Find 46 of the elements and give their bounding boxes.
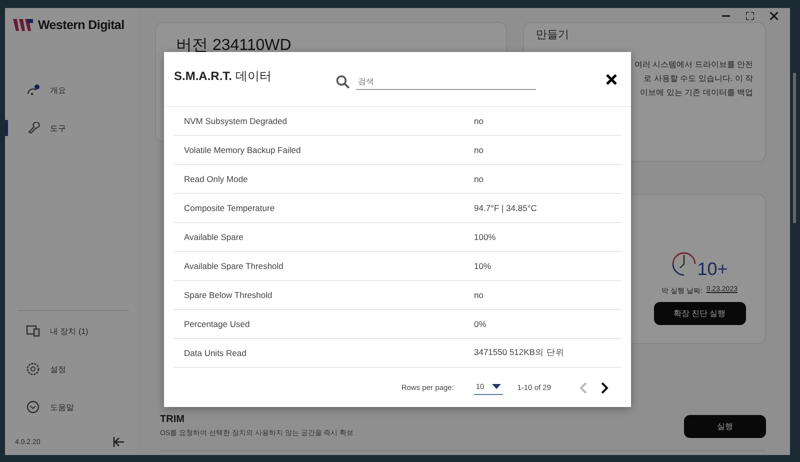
count-label: 10+	[697, 259, 728, 280]
logo-icon	[13, 19, 33, 31]
version-title: 버전 234110WD	[176, 37, 292, 54]
table-cell-text: Volatile Memory Backup Failed	[183, 145, 302, 155]
dialog-title: S.M.A.R.T. 데이터	[174, 68, 272, 85]
table-cell-text: Read Only Mode	[183, 174, 249, 184]
table-cell-text: 10%	[473, 261, 492, 271]
sidebar-item[interactable]: 내 장치 (1)	[18, 323, 129, 339]
table-cell-text: 3471550 512KB의 단위	[473, 347, 564, 359]
trim-title: TRIM	[160, 414, 186, 425]
scrollbar[interactable]	[793, 73, 796, 223]
next-page-icon[interactable]	[601, 382, 609, 394]
caret-icon	[492, 384, 502, 389]
table-cell-text: 94.7°F | 34.85°C	[473, 203, 537, 213]
table-cell-text: Data Units Read	[183, 348, 248, 358]
close-icon[interactable]	[770, 12, 778, 20]
collapse-icon[interactable]	[113, 437, 125, 447]
logo-text: Western Digital	[38, 18, 124, 32]
extended-diagnostic-button[interactable]: 확장 진단 실행	[654, 302, 746, 325]
card-title: 만들기	[536, 28, 570, 42]
table-cell-text: no	[473, 174, 484, 184]
table-cell-text: no	[473, 145, 484, 155]
table-cell-text: NVM Subsystem Degraded	[183, 116, 288, 126]
table-cell-text: no	[473, 290, 484, 300]
sidebar-icon	[26, 324, 40, 338]
sidebar-item[interactable]: 설정	[18, 361, 129, 377]
close-icon[interactable]	[606, 74, 617, 85]
table-cell-text: Composite Temperature	[183, 203, 276, 213]
sidebar-item[interactable]: 도움말	[18, 399, 129, 415]
sidebar-icon	[26, 362, 40, 376]
search-icon	[336, 75, 350, 89]
card-text: 이브에 있는 기존 데이터를 백업	[640, 87, 753, 98]
table-cell-text: 100%	[473, 232, 496, 242]
sidebar-item[interactable]: 도구	[5, 120, 137, 136]
maximize-icon[interactable]	[746, 12, 754, 20]
table-cell-text: no	[473, 116, 484, 126]
table-cell-text: Spare Below Threshold	[183, 290, 274, 300]
table-cell-text: Percentage Used	[183, 319, 251, 329]
sidebar-item[interactable]: 개요	[5, 82, 137, 98]
sidebar-icon	[26, 400, 40, 414]
table-cell-text: Available Spare Threshold	[183, 261, 284, 271]
card-text: 여러 시스템에서 드라이브를 안전	[634, 59, 753, 70]
run-button[interactable]: 실행	[684, 414, 766, 438]
table-cell-text: 0%	[473, 319, 486, 329]
table-cell-text: Available Spare	[183, 232, 244, 242]
card-text: 로 사용할 수도 있습니다. 이 작	[644, 73, 753, 84]
